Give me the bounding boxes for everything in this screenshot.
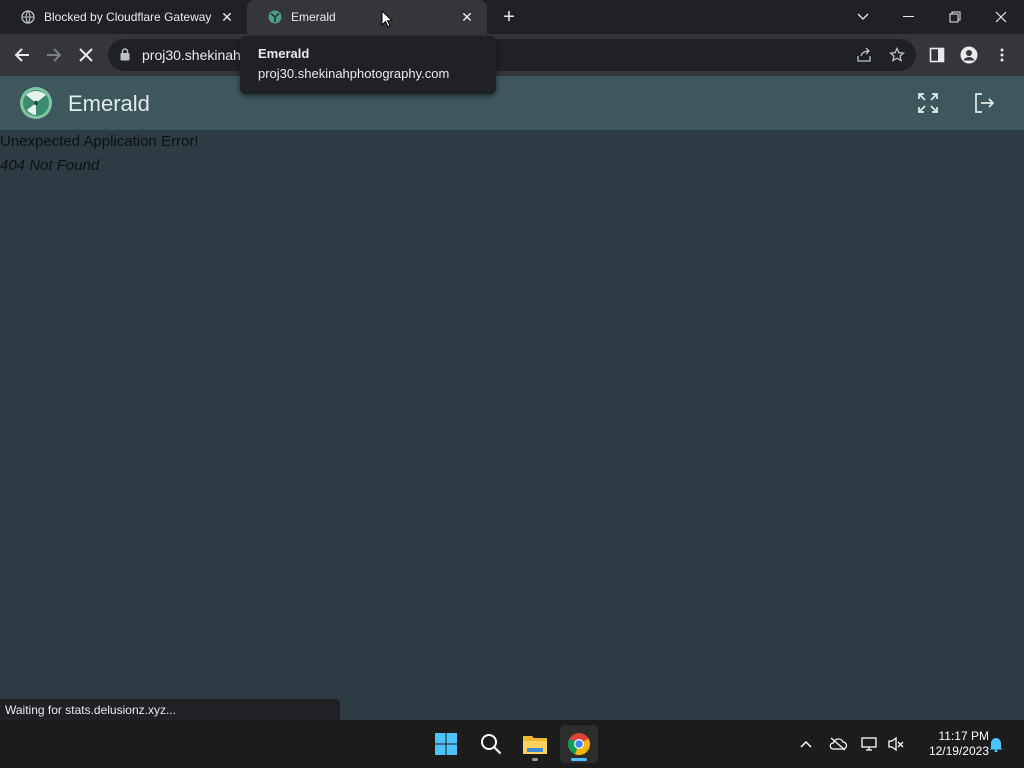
volume-muted-icon[interactable] — [886, 734, 906, 754]
tab-close-icon[interactable]: ✕ — [219, 9, 235, 25]
chrome-icon[interactable] — [560, 725, 598, 763]
lock-icon[interactable] — [120, 48, 130, 66]
tab-label: Emerald — [291, 10, 336, 24]
logout-icon[interactable] — [972, 91, 996, 115]
tab-strip: Blocked by Cloudflare Gateway ✕ Emerald … — [0, 0, 1024, 34]
running-indicator — [532, 758, 538, 761]
tab-hover-card: Emerald proj30.shekinahphotography.com — [240, 36, 496, 94]
app-title: Emerald — [68, 91, 150, 116]
error-title: Unexpected Application Error! — [0, 133, 199, 150]
app-header: Emerald — [0, 76, 1024, 130]
search-icon[interactable] — [472, 725, 510, 763]
windows-start-icon[interactable] — [427, 725, 465, 763]
error-detail: 404 Not Found — [0, 157, 100, 174]
tab-close-icon[interactable]: ✕ — [459, 9, 475, 25]
url-text: proj30.shekinah — [142, 47, 241, 63]
main-content: Unexpected Application Error! 404 Not Fo… — [0, 130, 1024, 720]
system-clock[interactable]: 11:17 PM 12/19/2023 — [913, 729, 989, 759]
address-bar[interactable]: proj30.shekinah — [108, 39, 916, 71]
browser-toolbar: proj30.shekinah — [0, 34, 1024, 76]
mouse-cursor-icon — [381, 9, 394, 33]
cloud-offline-icon[interactable] — [828, 734, 848, 754]
share-icon[interactable] — [856, 47, 872, 63]
active-indicator — [571, 758, 587, 761]
plus-icon[interactable]: + — [497, 6, 521, 28]
bookmark-star-icon[interactable] — [889, 47, 905, 63]
taskbar: 11:17 PM 12/19/2023 — [0, 720, 1024, 768]
screen: Blocked by Cloudflare Gateway ✕ Emerald … — [0, 0, 1024, 768]
fullscreen-icon[interactable] — [916, 91, 940, 115]
file-explorer-icon[interactable] — [516, 725, 554, 763]
stop-loading-icon[interactable] — [70, 39, 102, 71]
tab-search-chevron-icon[interactable] — [840, 0, 886, 34]
profile-icon[interactable] — [959, 45, 979, 65]
forward-arrow-icon[interactable] — [38, 39, 70, 71]
restore-icon[interactable] — [932, 0, 978, 34]
chevron-up-icon[interactable] — [796, 734, 816, 754]
tab-label: Blocked by Cloudflare Gateway — [44, 10, 212, 24]
clock-time: 11:17 PM — [938, 729, 989, 743]
globe-icon — [20, 9, 36, 25]
back-arrow-icon[interactable] — [6, 39, 38, 71]
side-panel-icon[interactable] — [927, 45, 947, 65]
notification-bell-icon[interactable] — [986, 734, 1006, 754]
kebab-menu-icon[interactable] — [992, 45, 1012, 65]
emerald-logo-icon[interactable] — [19, 86, 53, 120]
clock-date: 12/19/2023 — [928, 744, 989, 758]
tab-emerald[interactable]: Emerald ✕ — [247, 0, 487, 34]
tooltip-title: Emerald — [258, 46, 310, 61]
status-bubble: Waiting for stats.delusionz.xyz... — [0, 699, 340, 720]
network-icon[interactable] — [860, 734, 880, 754]
emerald-logo-icon — [267, 9, 283, 25]
tooltip-url: proj30.shekinahphotography.com — [258, 66, 450, 81]
minimize-icon[interactable] — [886, 0, 932, 34]
close-window-icon[interactable] — [978, 0, 1024, 34]
tab-blocked[interactable]: Blocked by Cloudflare Gateway ✕ — [0, 0, 247, 34]
